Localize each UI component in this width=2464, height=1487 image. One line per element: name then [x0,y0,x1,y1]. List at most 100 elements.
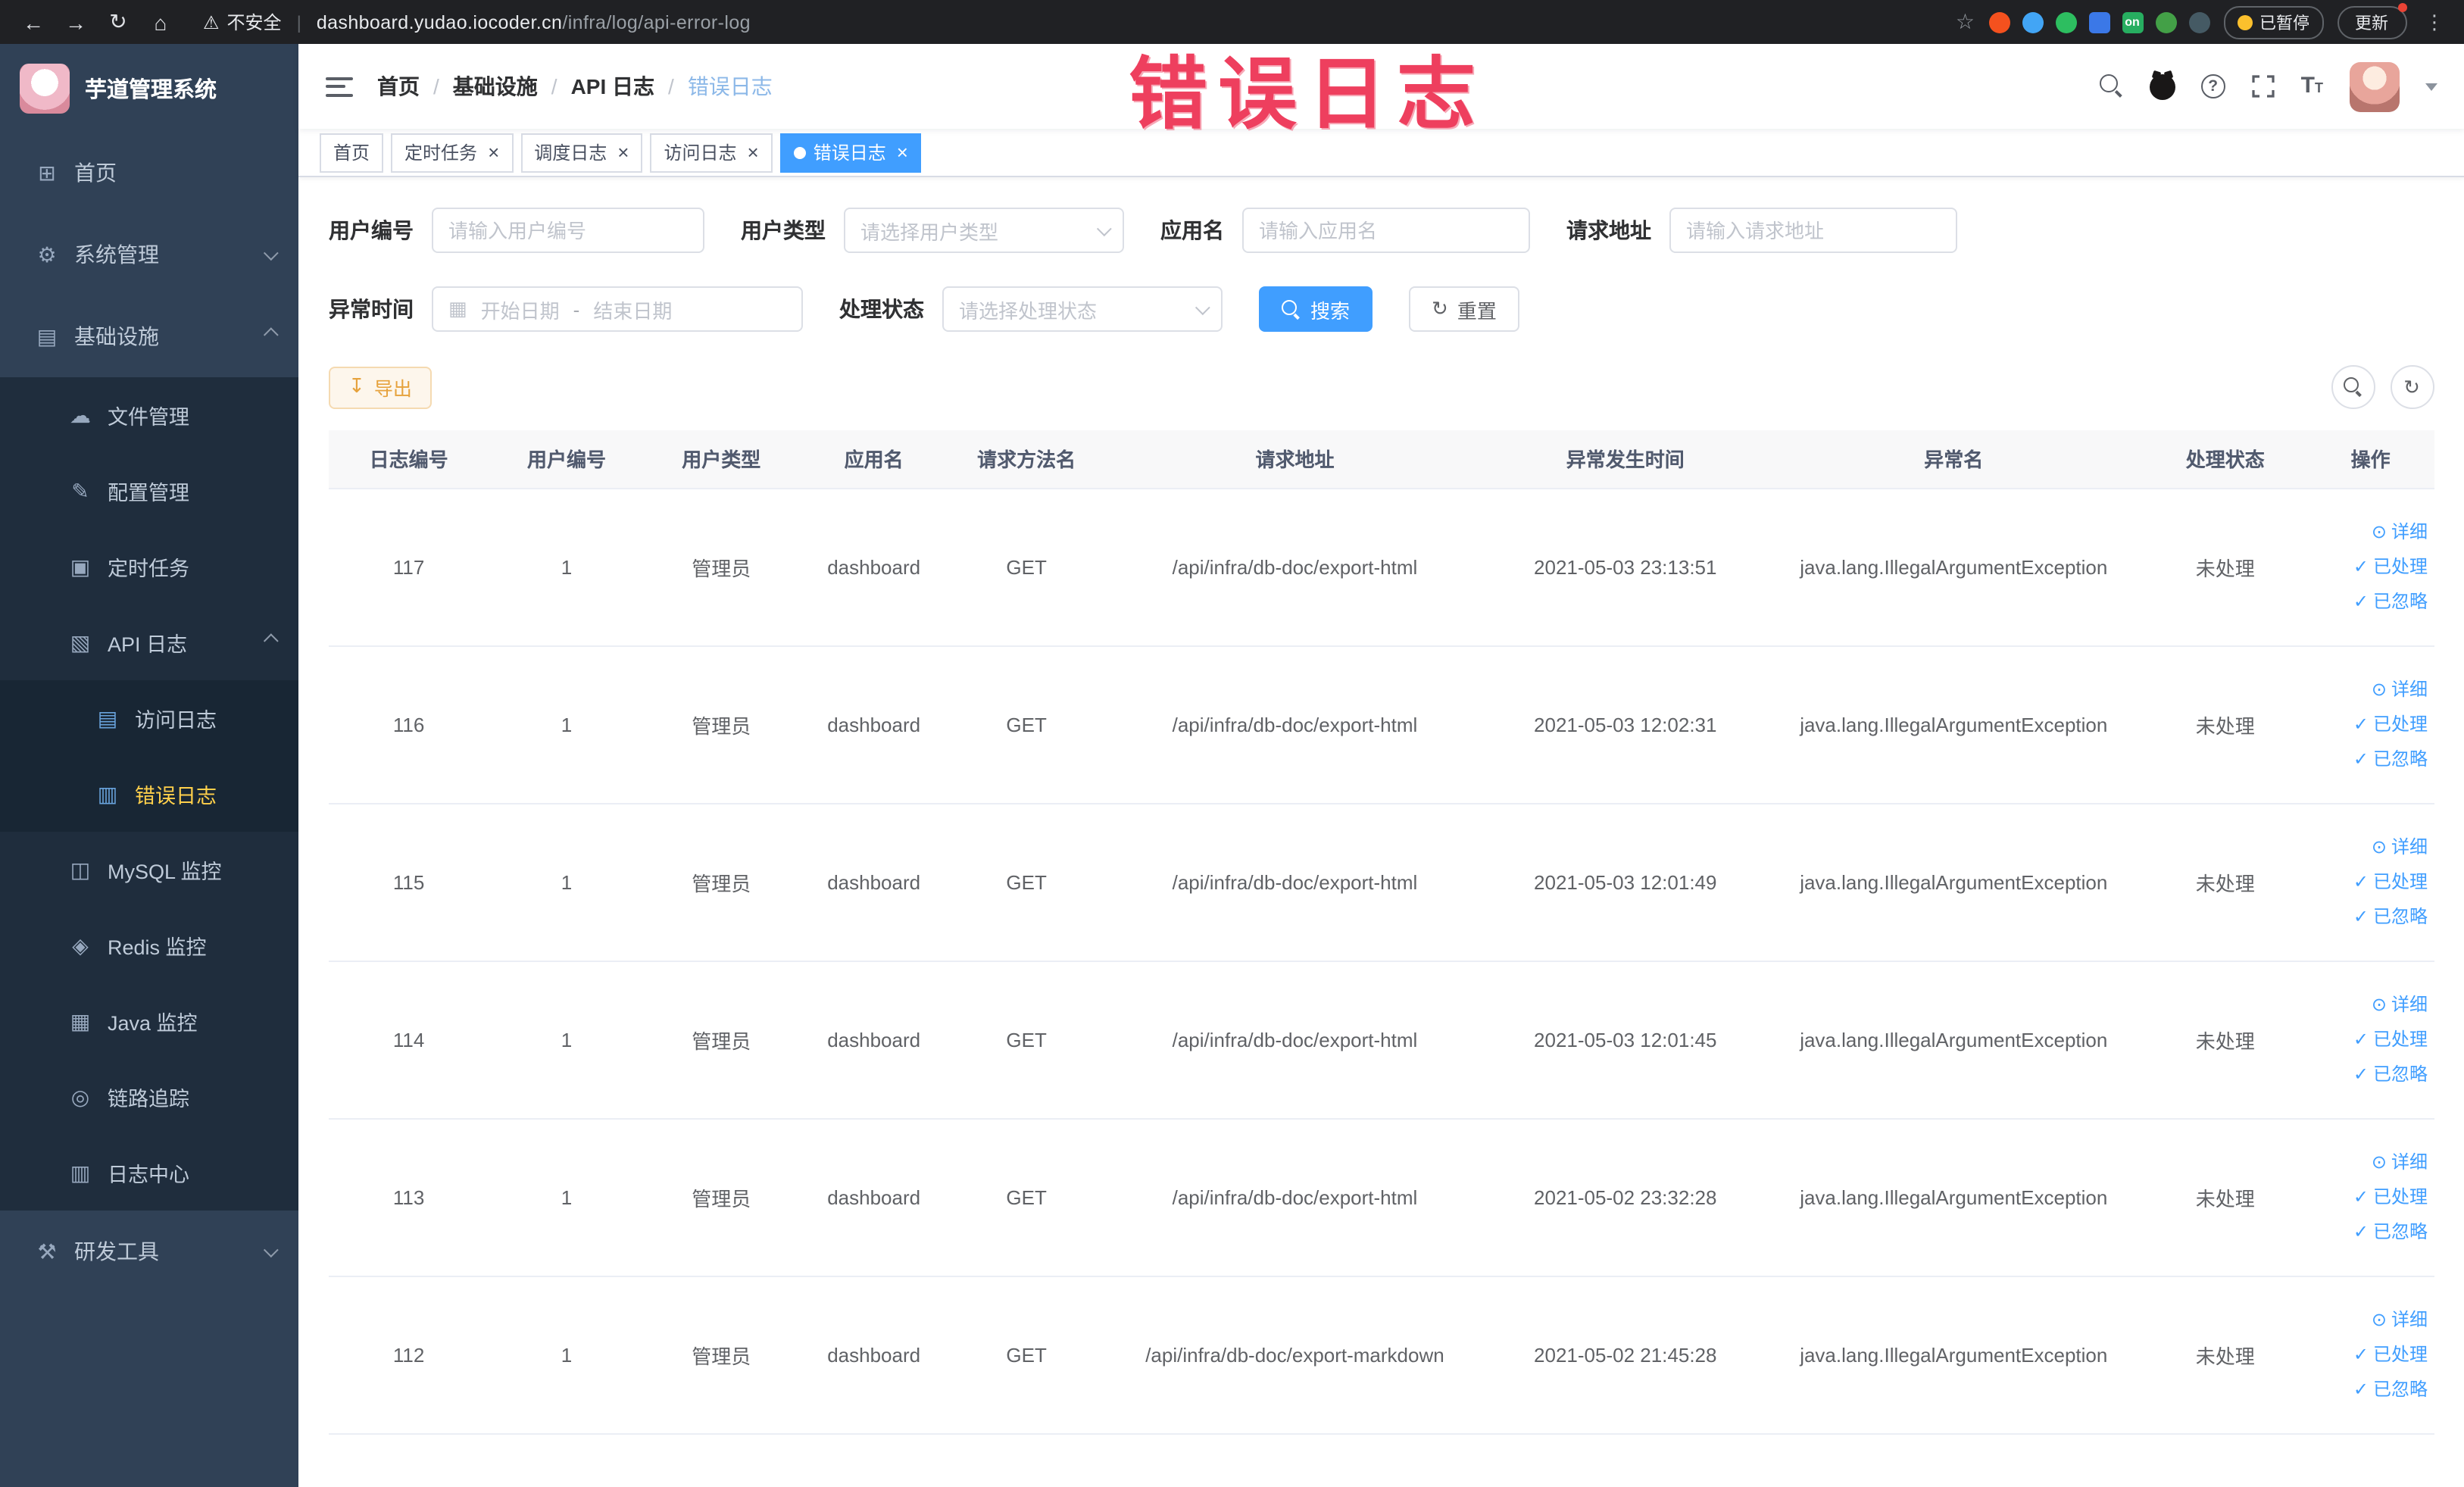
font-size-button[interactable] [2301,73,2323,100]
breadcrumb-item[interactable]: API 日志 [571,71,654,102]
processed-link[interactable]: ✓ 已处理 [2313,707,2428,742]
app-name-input[interactable] [1242,208,1530,253]
sidebar-toggle-icon[interactable] [326,77,353,96]
cell-url: /api/infra/db-doc/export-html [1103,488,1487,646]
action-label: 已处理 [2372,1028,2428,1049]
refresh-table-button[interactable] [2390,365,2434,409]
paused-badge[interactable]: 已暂停 [2223,5,2323,39]
view-detail-icon: ⊙ [2371,520,2387,542]
tab-首页[interactable]: 首页 [320,133,384,172]
detail-link[interactable]: ⊙ 详细 [2313,514,2428,549]
sidebar-item-MySQL 监控[interactable]: ◫ MySQL 监控 [0,832,298,908]
ignored-link[interactable]: ✓ 已忽略 [2313,1057,2428,1092]
close-icon[interactable]: × [488,142,499,162]
cell-id: 116 [329,645,489,804]
ignored-link[interactable]: ✓ 已忽略 [2313,899,2428,934]
search-button[interactable]: 搜索 [1259,286,1373,332]
extension-icon-dark-paw[interactable] [2188,11,2209,33]
breadcrumb-separator: / [668,74,674,98]
cell-exception: java.lang.IllegalArgumentException [1764,1118,2144,1276]
column-header: 请求方法名 [949,430,1104,489]
github-button[interactable] [2149,73,2175,99]
chevron-down-icon[interactable] [2425,83,2437,90]
detail-link[interactable]: ⊙ 详细 [2313,987,2428,1022]
request-url-input[interactable] [1669,208,1957,253]
extension-icon-blue-grid[interactable] [2088,11,2110,33]
sidebar-item-研发工具[interactable]: ⚒ 研发工具 [0,1211,298,1292]
reset-button[interactable]: 重置 [1409,286,1519,332]
processed-link[interactable]: ✓ 已处理 [2313,1179,2428,1214]
user-type-select[interactable]: 请选择用户类型 [844,208,1124,253]
home-icon[interactable]: ⌂ [142,10,179,34]
detail-link[interactable]: ⊙ 详细 [2313,1302,2428,1337]
app-logo[interactable]: 芋道管理系统 [0,44,298,132]
breadcrumb-item[interactable]: 基础设施 [453,71,538,102]
app-title: 芋道管理系统 [85,78,217,102]
sidebar-item-Redis 监控[interactable]: ◈ Redis 监控 [0,908,298,983]
action-label: 已忽略 [2372,748,2428,769]
fullscreen-button[interactable] [2251,74,2275,98]
ignored-link[interactable]: ✓ 已忽略 [2313,742,2428,776]
sidebar-item-配置管理[interactable]: ✎ 配置管理 [0,453,298,529]
close-icon[interactable]: × [617,142,629,162]
detail-link[interactable]: ⊙ 详细 [2313,1145,2428,1179]
exception-time-range-picker[interactable]: 开始日期 - 结束日期 [432,286,803,332]
user-id-input[interactable] [432,208,704,253]
help-button[interactable] [2200,74,2225,98]
security-chip[interactable]: ⚠ 不安全 [203,9,282,35]
processed-link[interactable]: ✓ 已处理 [2313,1337,2428,1372]
sidebar-item-定时任务[interactable]: ▣ 定时任务 [0,529,298,604]
extension-icon-on-badge[interactable]: on [2122,11,2143,33]
tab-访问日志[interactable]: 访问日志 × [650,133,773,172]
action-label: 已忽略 [2372,590,2428,611]
ignored-link[interactable]: ✓ 已忽略 [2313,1372,2428,1407]
processed-link[interactable]: ✓ 已处理 [2313,864,2428,899]
export-button[interactable]: 导出 [329,366,432,408]
github-icon [2149,73,2175,99]
forward-icon[interactable]: → [58,10,94,34]
extension-icon-green-leaf[interactable] [2155,11,2176,33]
cell-status: 未处理 [2143,961,2308,1119]
cell-method: GET [949,1276,1104,1434]
sidebar-item-链路追踪[interactable]: ◎ 链路追踪 [0,1059,298,1135]
processed-link[interactable]: ✓ 已处理 [2313,1022,2428,1057]
ignored-link[interactable]: ✓ 已忽略 [2313,1214,2428,1249]
cell-method: GET [949,961,1104,1119]
toggle-search-button[interactable] [2331,365,2375,409]
sidebar-item-系统管理[interactable]: ⚙ 系统管理 [0,214,298,295]
header-search-button[interactable] [2099,74,2124,98]
cell-time: 2021-05-03 23:13:51 [1486,488,1765,646]
browser-update-button[interactable]: 更新 [2337,2,2406,39]
detail-link[interactable]: ⊙ 详细 [2313,829,2428,864]
breadcrumb-item[interactable]: 首页 [377,71,420,102]
process-status-select[interactable]: 请选择处理状态 [942,286,1223,332]
address-bar[interactable]: dashboard.yudao.iocoder.cn/infra/log/api… [317,11,751,33]
cell-user_id: 1 [489,1276,645,1434]
processed-link[interactable]: ✓ 已处理 [2313,549,2428,584]
detail-link[interactable]: ⊙ 详细 [2313,672,2428,707]
bookmark-star-icon[interactable]: ☆ [1956,9,1975,35]
sidebar-item-API 日志[interactable]: ▧ API 日志 [0,604,298,680]
browser-menu-icon[interactable]: ⋮ [2420,10,2449,34]
help-icon [2200,74,2225,98]
close-icon[interactable]: × [748,142,759,162]
back-icon[interactable]: ← [15,10,52,34]
sidebar-item-访问日志[interactable]: ▤ 访问日志 [0,680,298,756]
extension-icon-orange-circle[interactable] [1988,11,2010,33]
extension-icon-green-circle[interactable] [2055,11,2076,33]
sidebar-item-错误日志[interactable]: ▥ 错误日志 [0,756,298,832]
sidebar-item-日志中心[interactable]: ▥ 日志中心 [0,1135,298,1211]
tab-调度日志[interactable]: 调度日志 × [520,133,643,172]
tab-定时任务[interactable]: 定时任务 × [391,133,514,172]
avatar[interactable] [2349,61,2399,111]
extension-icon-blue-drop[interactable] [2022,11,2043,33]
sidebar-item-基础设施[interactable]: ▤ 基础设施 [0,295,298,377]
sidebar-item-首页[interactable]: ⊞ 首页 [0,132,298,214]
close-icon[interactable]: × [897,142,908,162]
sidebar-item-Java 监控[interactable]: ▦ Java 监控 [0,983,298,1059]
ignored-link[interactable]: ✓ 已忽略 [2313,584,2428,619]
action-label: 已处理 [2372,713,2428,734]
tab-错误日志[interactable]: 错误日志 × [779,133,922,172]
reload-icon[interactable]: ↻ [100,9,136,35]
sidebar-item-文件管理[interactable]: ☁ 文件管理 [0,377,298,453]
